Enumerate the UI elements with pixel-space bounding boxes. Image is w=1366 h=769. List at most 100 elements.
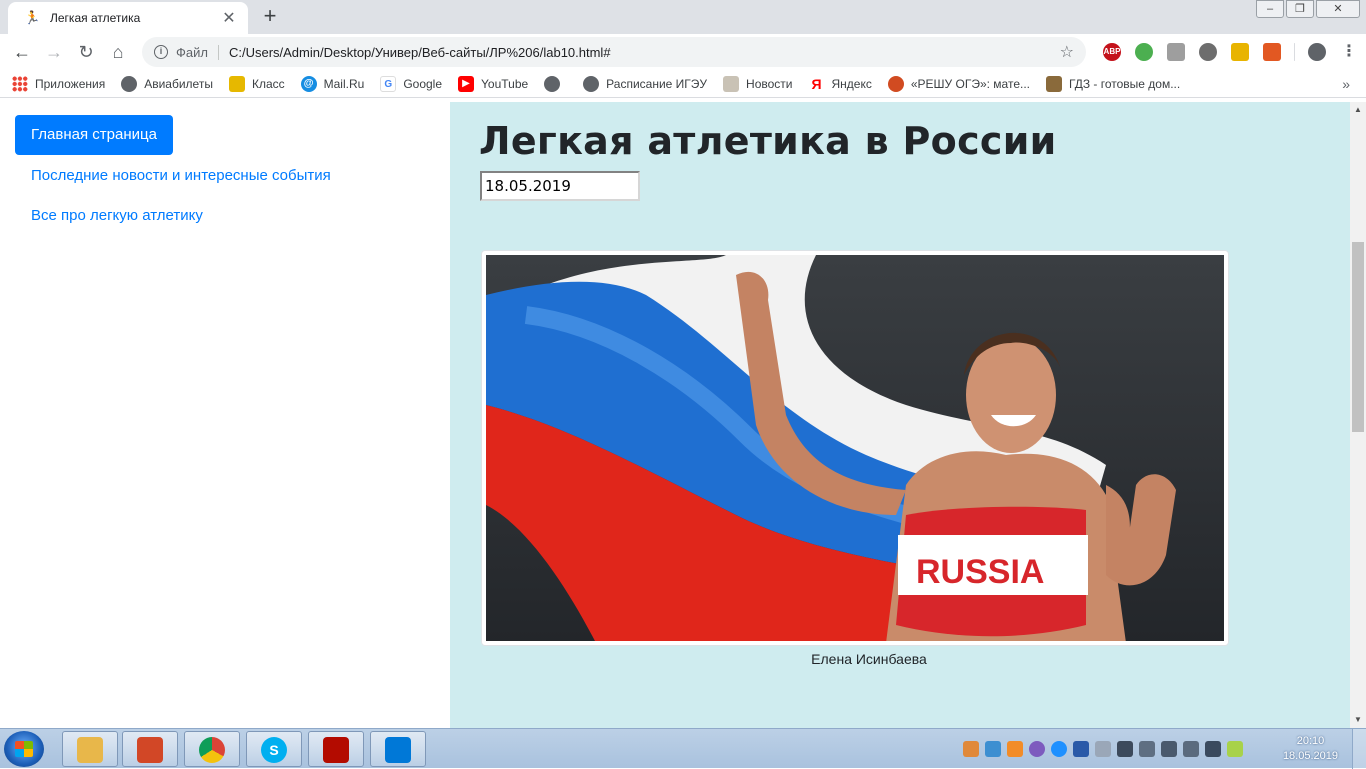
bookmark-raspisanie[interactable]: Расписание ИГЭУ bbox=[583, 75, 708, 92]
restore-button[interactable]: ❐ bbox=[1286, 0, 1314, 18]
youtube-icon: ▶ bbox=[458, 75, 475, 92]
tab-close-icon[interactable]: ✕ bbox=[220, 8, 238, 28]
tray-app-icon[interactable] bbox=[1095, 741, 1111, 757]
bookmark-google[interactable]: G Google bbox=[380, 75, 442, 92]
explorer-icon bbox=[77, 737, 103, 763]
show-desktop-button[interactable] bbox=[1352, 729, 1366, 769]
tray-app-icon[interactable] bbox=[1227, 741, 1243, 757]
viber-icon[interactable] bbox=[1029, 741, 1045, 757]
globe-icon bbox=[121, 75, 138, 92]
bookmark-novosti[interactable]: Новости bbox=[723, 75, 793, 92]
taskbar-paint[interactable] bbox=[122, 731, 178, 767]
bookmark-label: Расписание ИГЭУ bbox=[606, 76, 708, 91]
window-controls: – ❐ ✕ bbox=[1254, 0, 1360, 18]
tab-title: Легкая атлетика bbox=[50, 11, 141, 25]
tray-app-icon[interactable] bbox=[1117, 741, 1133, 757]
bookmark-label: Авиабилеты bbox=[144, 76, 213, 91]
globe-icon bbox=[544, 75, 561, 92]
clock[interactable]: 20:10 18.05.2019 bbox=[1283, 734, 1338, 764]
chrome-icon bbox=[199, 737, 225, 763]
bookmark-yandex[interactable]: Я Яндекс bbox=[808, 75, 872, 92]
start-button[interactable] bbox=[4, 731, 44, 767]
bluetooth-icon[interactable] bbox=[1073, 741, 1089, 757]
figure-caption: Елена Исинбаева bbox=[811, 651, 927, 667]
minimize-button[interactable]: – bbox=[1256, 0, 1284, 18]
reload-icon[interactable]: ↻ bbox=[70, 36, 102, 68]
paint-icon bbox=[137, 737, 163, 763]
info-icon[interactable]: i bbox=[154, 45, 168, 59]
skype-icon: S bbox=[261, 737, 287, 763]
bookmark-mailru[interactable]: @ Mail.Ru bbox=[300, 75, 365, 92]
menu-kebab-icon[interactable]: ⋮ bbox=[1340, 43, 1358, 61]
tray-app-icon[interactable] bbox=[985, 741, 1001, 757]
windows-taskbar: S 20:10 18.05.2019 bbox=[0, 728, 1366, 769]
google-icon: G bbox=[380, 75, 397, 92]
nav-home-link[interactable]: Главная страница bbox=[15, 115, 173, 155]
shirt-text: RUSSIA bbox=[916, 553, 1044, 591]
back-arrow-icon[interactable]: ← bbox=[6, 36, 38, 68]
bookmark-klass[interactable]: Класс bbox=[228, 75, 285, 92]
vpn-icon[interactable] bbox=[1199, 43, 1217, 61]
browser-tab[interactable]: 🏃 Легкая атлетика ✕ bbox=[8, 2, 248, 34]
bookmark-reshu-oge[interactable]: «РЕШУ ОГЭ»: мате... bbox=[887, 75, 1030, 92]
web-page: Главная страница Последние новости и инт… bbox=[0, 102, 1350, 728]
bookmark-aviabilety[interactable]: Авиабилеты bbox=[121, 75, 213, 92]
taskbar-skype[interactable]: S bbox=[246, 731, 302, 767]
bookmark-apps[interactable]: Приложения bbox=[12, 75, 106, 92]
browser-toolbar: ← → ↻ ⌂ i Файл C:/Users/Admin/Desktop/Ун… bbox=[0, 34, 1366, 70]
tab-strip: 🏃 Легкая атлетика ✕ + – ❐ ✕ bbox=[0, 0, 1366, 34]
bookmark-label: ГДЗ - готовые дом... bbox=[1069, 76, 1181, 91]
forward-arrow-icon[interactable]: → bbox=[38, 36, 70, 68]
volume-icon[interactable] bbox=[1183, 741, 1199, 757]
taskbar-acrobat[interactable] bbox=[308, 731, 364, 767]
clock-time: 20:10 bbox=[1296, 735, 1325, 747]
windows-logo-icon bbox=[15, 741, 33, 757]
tray-app-icon[interactable] bbox=[1051, 741, 1067, 757]
nav-news-link[interactable]: Последние новости и интересные события bbox=[31, 167, 331, 184]
mailru-icon: @ bbox=[300, 75, 317, 92]
klass-icon bbox=[228, 75, 245, 92]
taskbar-explorer[interactable] bbox=[62, 731, 118, 767]
yandex-icon: Я bbox=[808, 75, 825, 92]
vscode-icon bbox=[385, 737, 411, 763]
scroll-up-arrow-icon[interactable]: ▲ bbox=[1350, 102, 1366, 118]
address-bar[interactable]: i Файл C:/Users/Admin/Desktop/Универ/Веб… bbox=[142, 37, 1086, 67]
office-icon[interactable] bbox=[1263, 43, 1281, 61]
tray-app-icon[interactable] bbox=[963, 741, 979, 757]
vertical-scrollbar[interactable]: ▲ ▼ bbox=[1350, 102, 1366, 728]
profile-avatar-icon[interactable] bbox=[1308, 43, 1326, 61]
home-icon[interactable]: ⌂ bbox=[102, 36, 134, 68]
abp-icon[interactable]: ABP bbox=[1103, 43, 1121, 61]
system-tray bbox=[960, 729, 1246, 769]
scroll-thumb[interactable] bbox=[1352, 242, 1364, 432]
nav-about-link[interactable]: Все про легкую атлетику bbox=[31, 207, 203, 224]
bookmark-label: Приложения bbox=[35, 76, 106, 91]
flag-icon[interactable] bbox=[1139, 741, 1155, 757]
bookmark-label: Яндекс bbox=[831, 76, 872, 91]
bookmark-gdz[interactable]: ГДЗ - готовые дом... bbox=[1046, 75, 1181, 92]
athlete-photo: RUSSIA bbox=[486, 255, 1224, 641]
bookmark-label: Класс bbox=[251, 76, 285, 91]
date-field[interactable] bbox=[480, 171, 640, 201]
bookmark-label: Mail.Ru bbox=[323, 76, 365, 91]
url-text[interactable]: C:/Users/Admin/Desktop/Универ/Веб-сайты/… bbox=[229, 45, 1060, 60]
bookmark-ext-icon[interactable] bbox=[1231, 43, 1249, 61]
pdf-ext-icon[interactable] bbox=[1167, 43, 1185, 61]
bookmarks-overflow-icon[interactable]: » bbox=[1342, 76, 1350, 92]
photo-illustration: RUSSIA bbox=[486, 255, 1224, 641]
taskbar-vscode[interactable] bbox=[370, 731, 426, 767]
main-content: Легкая атлетика в России 18.05.2019 RUSS… bbox=[450, 102, 1350, 728]
window-close-button[interactable]: ✕ bbox=[1316, 0, 1360, 18]
scroll-down-arrow-icon[interactable]: ▼ bbox=[1350, 712, 1366, 728]
taskbar-chrome[interactable] bbox=[184, 731, 240, 767]
reshu-icon bbox=[887, 75, 904, 92]
battery-icon[interactable] bbox=[1205, 741, 1221, 757]
bookmark-label: YouTube bbox=[481, 76, 529, 91]
new-tab-button[interactable]: + bbox=[258, 4, 282, 28]
network-signal-icon[interactable] bbox=[1161, 741, 1177, 757]
speed-dial-icon[interactable] bbox=[1135, 43, 1153, 61]
tray-app-icon[interactable] bbox=[1007, 741, 1023, 757]
bookmark-star-icon[interactable]: ☆ bbox=[1060, 42, 1074, 62]
bookmark-globe[interactable] bbox=[544, 75, 567, 92]
bookmark-youtube[interactable]: ▶ YouTube bbox=[458, 75, 529, 92]
